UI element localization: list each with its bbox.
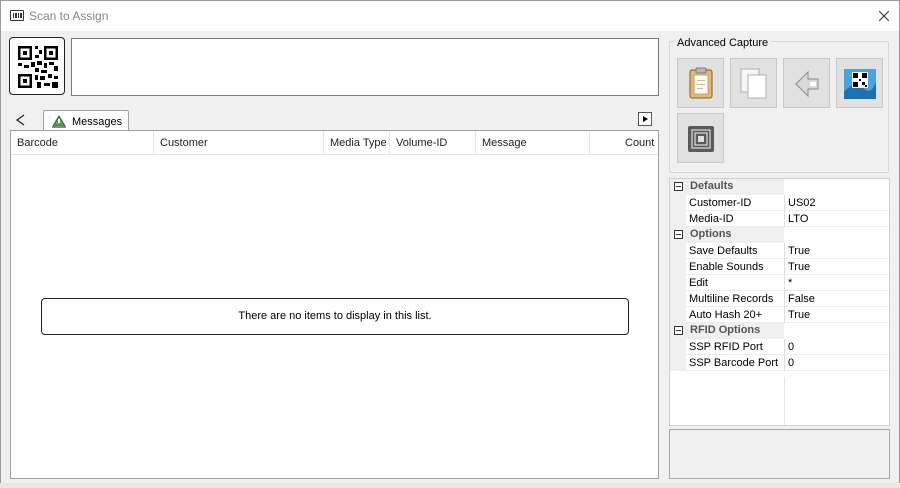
category-defaults: Defaults bbox=[670, 179, 889, 195]
property-row[interactable]: SSP Barcode Port 0 bbox=[670, 355, 889, 371]
grid-splitter[interactable] bbox=[784, 377, 785, 425]
category-options: Options bbox=[670, 227, 889, 243]
scan-qr-button[interactable] bbox=[9, 37, 65, 95]
property-row[interactable]: Save Defaults True bbox=[670, 243, 889, 259]
chevron-right-icon[interactable] bbox=[638, 112, 652, 126]
chevron-left-icon[interactable] bbox=[11, 110, 33, 130]
barcode-scanner-icon bbox=[10, 10, 24, 21]
scan-to-assign-window: Scan to Assign Messages Barcode Customer… bbox=[0, 0, 900, 488]
messages-icon bbox=[52, 115, 66, 128]
property-row[interactable]: SSP RFID Port 0 bbox=[670, 339, 889, 355]
collapse-options-toggle[interactable] bbox=[674, 230, 683, 239]
property-value-enable-sounds[interactable]: True bbox=[788, 261, 888, 273]
property-value-save-defaults[interactable]: True bbox=[788, 245, 888, 257]
messages-list[interactable]: Barcode Customer Media Type Volume-ID Me… bbox=[10, 130, 659, 479]
property-row[interactable]: Media-ID LTO bbox=[670, 211, 889, 227]
property-row[interactable]: Auto Hash 20+ True bbox=[670, 307, 889, 323]
property-row[interactable]: Enable Sounds True bbox=[670, 259, 889, 275]
category-label: Defaults bbox=[690, 180, 734, 192]
title-bar: Scan to Assign bbox=[1, 1, 899, 31]
category-rfid-options: RFID Options bbox=[670, 323, 889, 339]
tab-label: Messages bbox=[72, 116, 123, 128]
empty-list-message: There are no items to display in this li… bbox=[41, 298, 629, 335]
column-count[interactable]: Count bbox=[590, 131, 658, 155]
list-header: Barcode Customer Media Type Volume-ID Me… bbox=[11, 131, 658, 155]
advanced-capture-title: Advanced Capture bbox=[674, 37, 772, 49]
category-label: RFID Options bbox=[690, 324, 761, 336]
property-name: Media-ID bbox=[689, 213, 734, 225]
property-name: Multiline Records bbox=[689, 293, 774, 305]
back-arrow-icon bbox=[795, 70, 819, 98]
property-name: SSP RFID Port bbox=[689, 341, 763, 353]
close-button[interactable] bbox=[871, 5, 897, 27]
rfid-chip-icon bbox=[688, 126, 714, 152]
capture-back-button[interactable] bbox=[783, 58, 830, 108]
scan-input[interactable] bbox=[71, 38, 659, 96]
property-name: Save Defaults bbox=[689, 245, 758, 257]
property-value-edit[interactable]: * bbox=[788, 277, 888, 289]
property-value-media-id[interactable]: LTO bbox=[788, 213, 888, 225]
property-row[interactable]: Edit * bbox=[670, 275, 889, 291]
property-name: Auto Hash 20+ bbox=[689, 309, 763, 321]
clipboard-icon bbox=[689, 67, 713, 99]
collapse-defaults-toggle[interactable] bbox=[674, 182, 683, 191]
close-icon bbox=[879, 11, 889, 21]
property-value-customer-id[interactable]: US02 bbox=[788, 197, 888, 209]
property-name: Edit bbox=[689, 277, 708, 289]
property-name: SSP Barcode Port bbox=[689, 357, 779, 369]
column-barcode[interactable]: Barcode bbox=[11, 131, 154, 155]
column-customer[interactable]: Customer bbox=[154, 131, 324, 155]
collapse-rfid-options-toggle[interactable] bbox=[674, 326, 683, 335]
capture-clipboard-button[interactable] bbox=[677, 58, 724, 108]
tab-messages[interactable]: Messages bbox=[43, 110, 129, 131]
copy-pages-icon bbox=[740, 68, 767, 99]
property-value-auto-hash[interactable]: True bbox=[788, 309, 888, 321]
property-row[interactable]: Customer-ID US02 bbox=[670, 195, 889, 211]
qr-code-icon bbox=[18, 46, 58, 88]
property-value-ssp-barcode-port[interactable]: 0 bbox=[788, 357, 888, 369]
property-name: Customer-ID bbox=[689, 197, 752, 209]
window-title: Scan to Assign bbox=[29, 9, 109, 23]
property-grid[interactable]: Defaults Customer-ID US02 Media-ID LTO O… bbox=[669, 178, 890, 426]
column-media-type[interactable]: Media Type bbox=[324, 131, 390, 155]
property-value-multiline-records[interactable]: False bbox=[788, 293, 888, 305]
capture-rfid-button[interactable] bbox=[677, 113, 724, 163]
capture-qr-image-button[interactable] bbox=[836, 58, 883, 108]
qr-image-icon bbox=[844, 69, 876, 99]
capture-copy-button[interactable] bbox=[730, 58, 777, 108]
property-value-ssp-rfid-port[interactable]: 0 bbox=[788, 341, 888, 353]
property-name: Enable Sounds bbox=[689, 261, 764, 273]
property-row[interactable]: Multiline Records False bbox=[670, 291, 889, 307]
window-bottom-edge bbox=[0, 483, 900, 488]
property-description-panel bbox=[669, 429, 890, 479]
category-label: Options bbox=[690, 228, 732, 240]
column-message[interactable]: Message bbox=[476, 131, 590, 155]
column-volume-id[interactable]: Volume-ID bbox=[390, 131, 476, 155]
